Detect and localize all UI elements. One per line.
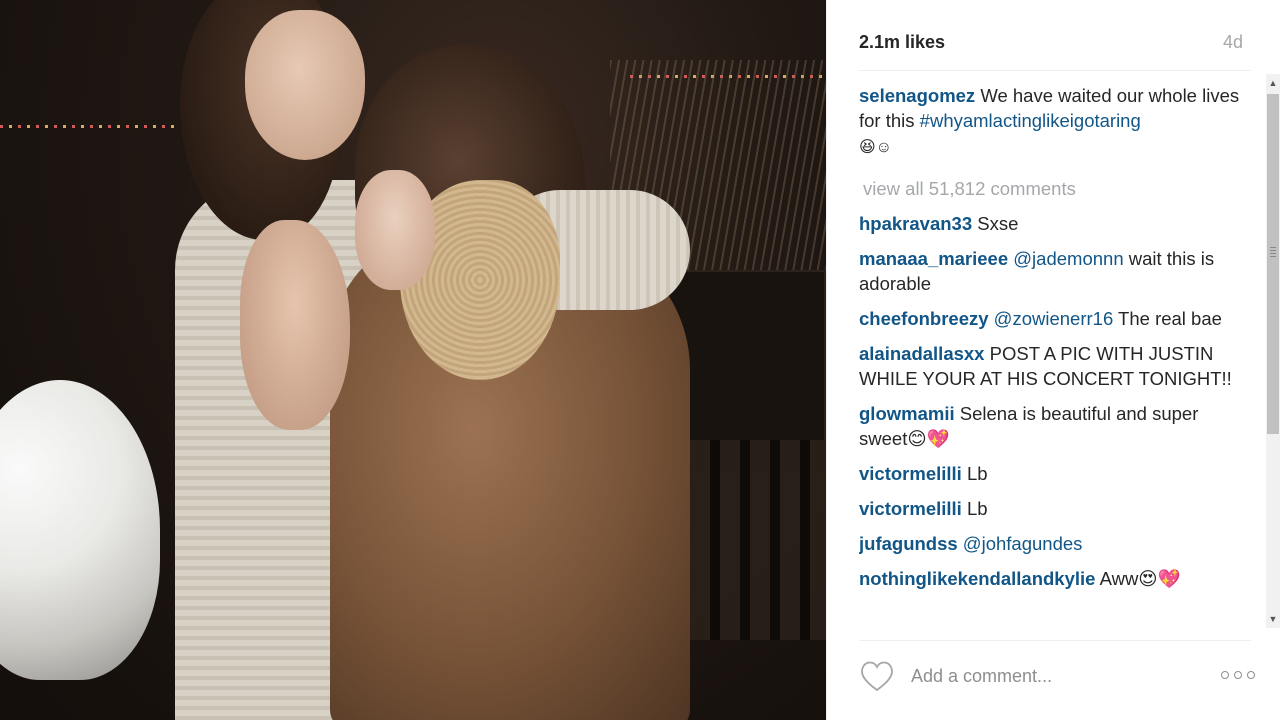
comment-username[interactable]: glowmamii [859, 403, 955, 424]
dot [1234, 671, 1242, 679]
hand [355, 170, 435, 290]
dot [1221, 671, 1229, 679]
comment-row: victormelilli Lb [859, 461, 1249, 486]
comments-list: selenagomez We have waited our whole liv… [859, 83, 1249, 628]
post-side-panel: 2.1m likes 4d selenagomez We have waited… [826, 0, 1280, 720]
comment-row: cheefonbreezy @zowienerr16 The real bae [859, 306, 1249, 331]
person-face [245, 10, 365, 160]
comment-mention[interactable]: @johfagundes [958, 533, 1083, 554]
view-all-comments-link[interactable]: view all 51,812 comments [859, 176, 1249, 201]
likes-count[interactable]: 2.1m likes [859, 32, 945, 53]
divider [859, 640, 1251, 641]
grip-icon [1270, 247, 1276, 257]
divider [859, 70, 1251, 71]
comment-username[interactable]: nothinglikekendallandkylie [859, 568, 1095, 589]
comment-username[interactable]: victormelilli [859, 498, 962, 519]
comment-row: manaaa_marieee @jademonnn wait this is a… [859, 246, 1249, 296]
comment-username[interactable]: cheefonbreezy [859, 308, 989, 329]
comment-username[interactable]: jufagundss [859, 533, 958, 554]
more-options-icon[interactable] [1221, 664, 1257, 686]
comment-text: Aww😍💖 [1095, 568, 1181, 589]
string-lights [0, 125, 180, 128]
comment-row: alainadallasxx POST A PIC WITH JUSTIN WH… [859, 341, 1249, 391]
comment-row: glowmamii Selena is beautiful and super … [859, 401, 1249, 451]
comment-text: Lb [961, 463, 988, 484]
scrollbar[interactable]: ▲ ▼ [1266, 74, 1280, 628]
comment-row: hpakravan33 Sxse [859, 211, 1249, 236]
heart-icon[interactable] [857, 656, 897, 696]
comment-row: jufagundss @johfagundes [859, 531, 1249, 556]
comment-username[interactable]: victormelilli [859, 463, 962, 484]
caption-hashtag[interactable]: #whyamlactinglikeigotaring [920, 110, 1141, 131]
comment-text: Sxse [972, 213, 1019, 234]
comment-username[interactable]: alainadallasxx [859, 343, 984, 364]
post-stats: 2.1m likes 4d [859, 28, 1243, 58]
post-photo[interactable] [0, 0, 826, 720]
caption: selenagomez We have waited our whole liv… [859, 83, 1249, 160]
flowers [0, 380, 160, 680]
comment-mention[interactable]: @jademonnn [1008, 248, 1123, 269]
post-age[interactable]: 4d [1223, 32, 1243, 53]
comment-row: victormelilli Lb [859, 496, 1249, 521]
comment-username[interactable]: hpakravan33 [859, 213, 972, 234]
comment-input[interactable] [911, 662, 1211, 690]
comment-mention[interactable]: @zowienerr16 [989, 308, 1114, 329]
scroll-down-arrow-icon[interactable]: ▼ [1266, 610, 1280, 628]
caption-emoji: 😆☺ [859, 139, 893, 156]
comment-text: The real bae [1113, 308, 1222, 329]
comment-row: nothinglikekendallandkylie Aww😍💖 [859, 566, 1249, 591]
dot [1247, 671, 1255, 679]
comment-username[interactable]: manaaa_marieee [859, 248, 1008, 269]
scrollbar-thumb[interactable] [1267, 94, 1279, 434]
scroll-up-arrow-icon[interactable]: ▲ [1266, 74, 1280, 92]
caption-username[interactable]: selenagomez [859, 85, 975, 106]
hand [240, 220, 350, 430]
comment-text: Lb [961, 498, 988, 519]
